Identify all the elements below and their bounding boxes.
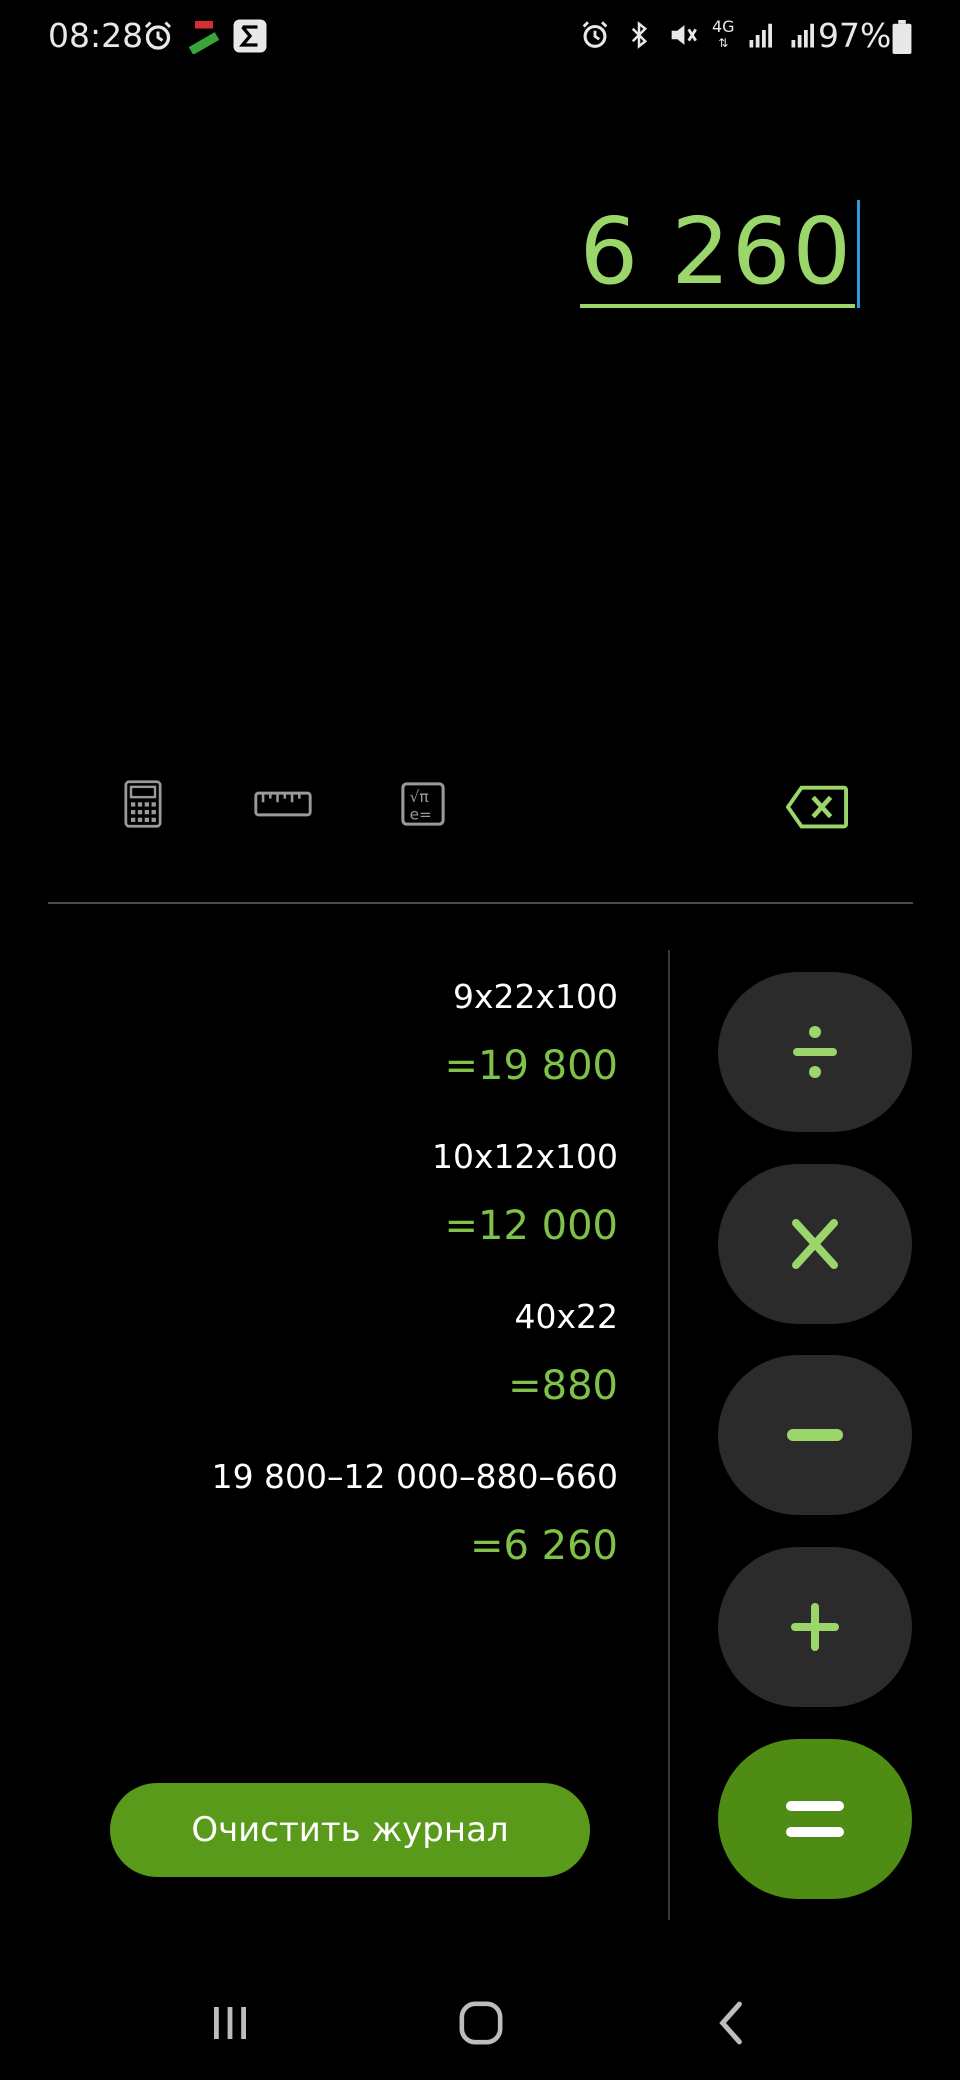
recent-apps-icon[interactable]: [210, 2003, 250, 2043]
scientific-icon[interactable]: √π e=: [400, 780, 446, 828]
history-item[interactable]: 10x12x100 =12 000: [120, 1135, 618, 1259]
back-icon[interactable]: [716, 2000, 746, 2046]
history-expression[interactable]: 19 800–12 000–880–660: [120, 1455, 618, 1499]
signal-icon: [749, 23, 772, 48]
divide-icon: [793, 1026, 837, 1078]
svg-text:e=: e=: [410, 805, 432, 823]
calculator-icon[interactable]: [122, 780, 164, 828]
fake-gps-icon: [188, 21, 220, 54]
battery-percent: 97%: [818, 16, 892, 55]
calculator-display[interactable]: 6 260: [579, 200, 860, 308]
equals-icon: [786, 1801, 844, 1837]
history-list[interactable]: 9x22x100 =19 800 10x12x100 =12 000 40x22…: [120, 975, 618, 1615]
display-value[interactable]: 6 260: [579, 200, 855, 308]
divider: [48, 902, 913, 904]
history-expression[interactable]: 10x12x100: [120, 1135, 618, 1179]
network-4g-icon: 4G ⇅: [712, 17, 735, 51]
history-result[interactable]: =12 000: [120, 1193, 618, 1259]
equals-button[interactable]: [718, 1739, 912, 1899]
add-button[interactable]: [718, 1547, 912, 1707]
mute-icon: [671, 25, 697, 45]
signal-icon: [791, 23, 814, 48]
subtract-button[interactable]: [718, 1355, 912, 1515]
history-item[interactable]: 9x22x100 =19 800: [120, 975, 618, 1099]
battery-icon: [892, 20, 912, 54]
multiply-button[interactable]: [718, 1164, 912, 1324]
network-label: 4G: [712, 17, 735, 36]
history-result[interactable]: =880: [120, 1353, 618, 1419]
svg-text:√π: √π: [410, 788, 429, 806]
backspace-icon[interactable]: [786, 785, 848, 829]
status-time: 08:28: [48, 16, 144, 55]
text-cursor: [857, 200, 860, 308]
alarm-icon: [582, 21, 608, 48]
history-expression[interactable]: 40x22: [120, 1295, 618, 1339]
divide-button[interactable]: [718, 972, 912, 1132]
alarm-icon: [144, 21, 172, 50]
minus-icon: [787, 1429, 843, 1441]
history-result[interactable]: =19 800: [120, 1033, 618, 1099]
history-divider: [668, 950, 670, 1920]
history-expression[interactable]: 9x22x100: [120, 975, 618, 1019]
bluetooth-icon: [631, 21, 648, 49]
history-item[interactable]: 19 800–12 000–880–660 =6 260: [120, 1455, 618, 1579]
history-item[interactable]: 40x22 =880: [120, 1295, 618, 1419]
clear-history-button[interactable]: Очистить журнал: [110, 1783, 590, 1877]
history-result[interactable]: =6 260: [120, 1513, 618, 1579]
sigma-icon: [233, 19, 267, 53]
status-left-icons: [140, 18, 268, 54]
ruler-icon[interactable]: [254, 780, 312, 828]
home-icon[interactable]: [458, 2000, 504, 2046]
multiply-icon: [792, 1219, 838, 1269]
status-right-icons: 4G ⇅: [578, 18, 819, 52]
plus-icon: [791, 1603, 839, 1651]
